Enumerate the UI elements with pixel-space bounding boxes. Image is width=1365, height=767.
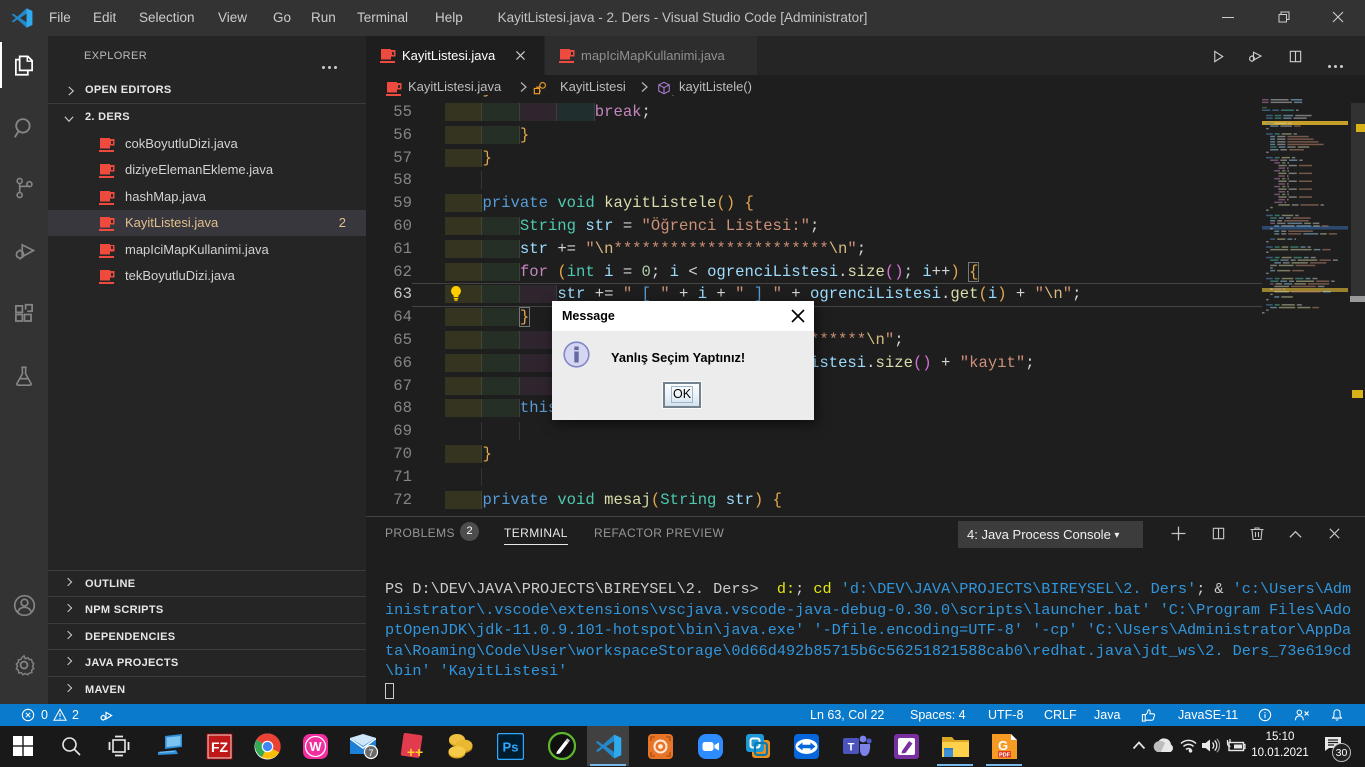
svg-text:PDF: PDF (999, 752, 1011, 758)
svg-text:Ps: Ps (502, 739, 518, 754)
svg-text:7: 7 (368, 748, 373, 758)
svg-text:G: G (997, 738, 1007, 753)
svg-text:++: ++ (406, 744, 422, 760)
svg-text:W: W (309, 739, 322, 754)
svg-text:T: T (848, 741, 855, 753)
svg-text:FZ: FZ (210, 739, 228, 755)
